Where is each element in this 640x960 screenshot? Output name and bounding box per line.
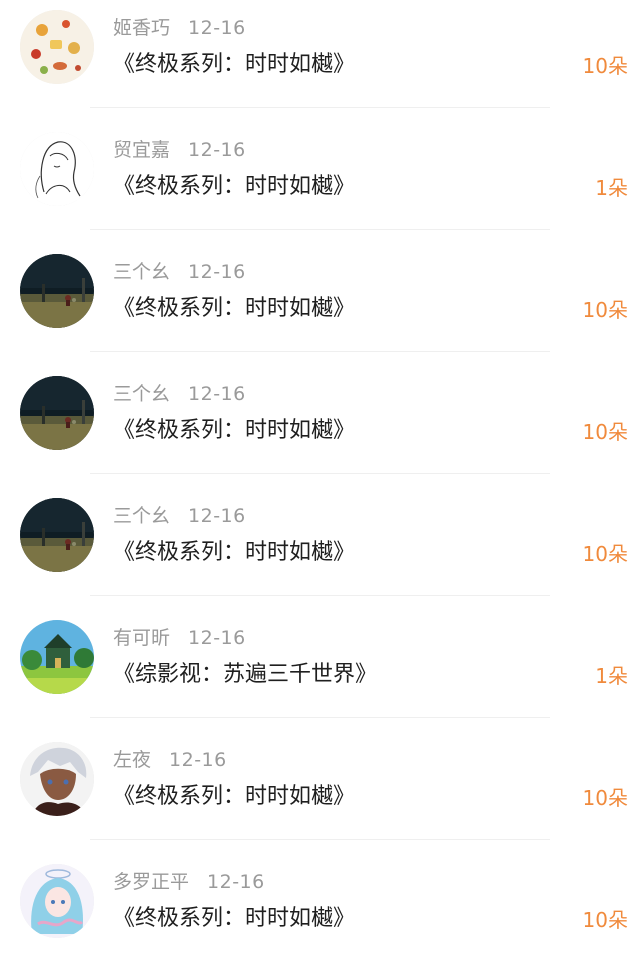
book-title[interactable]: 《终极系列：时时如樾》 — [113, 50, 355, 80]
book-title[interactable]: 《终极系列：时时如樾》 — [113, 172, 355, 202]
username[interactable]: 三个幺 — [113, 383, 170, 405]
book-title[interactable]: 《终极系列：时时如樾》 — [113, 294, 355, 324]
list-item[interactable]: 三个幺 12-16 《终极系列：时时如樾》 10朵 — [0, 352, 640, 474]
item-meta: 多罗正平 12-16 — [113, 870, 265, 894]
username[interactable]: 有可昕 — [113, 627, 170, 649]
date: 12-16 — [188, 17, 246, 39]
list-item[interactable]: 左夜 12-16 《终极系列：时时如樾》 10朵 — [0, 718, 640, 840]
avatar[interactable] — [20, 132, 94, 206]
date: 12-16 — [169, 749, 227, 771]
gift-record-list: 姬香巧 12-16 《终极系列：时时如樾》 10朵 贸宜嘉 12-16 《终极系列：… — [0, 0, 640, 946]
avatar[interactable] — [20, 498, 94, 572]
username[interactable]: 三个幺 — [113, 505, 170, 527]
item-meta: 姬香巧 12-16 — [113, 16, 246, 40]
date: 12-16 — [188, 383, 246, 405]
gift-count: 10朵 — [582, 786, 628, 810]
list-item[interactable]: 有可昕 12-16 《综影视：苏遍三千世界》 1朵 — [0, 596, 640, 718]
date: 12-16 — [188, 627, 246, 649]
list-item[interactable]: 多罗正平 12-16 《终极系列：时时如樾》 10朵 — [0, 840, 640, 960]
book-title[interactable]: 《终极系列：时时如樾》 — [113, 904, 355, 934]
username[interactable]: 三个幺 — [113, 261, 170, 283]
username[interactable]: 贸宜嘉 — [113, 139, 170, 161]
avatar[interactable] — [20, 10, 94, 84]
book-title[interactable]: 《终极系列：时时如樾》 — [113, 782, 355, 812]
item-meta: 三个幺 12-16 — [113, 382, 246, 406]
list-item[interactable]: 贸宜嘉 12-16 《终极系列：时时如樾》 1朵 — [0, 108, 640, 230]
avatar[interactable] — [20, 742, 94, 816]
book-title[interactable]: 《终极系列：时时如樾》 — [113, 538, 355, 568]
avatar[interactable] — [20, 620, 94, 694]
gift-count: 10朵 — [582, 542, 628, 566]
avatar[interactable] — [20, 254, 94, 328]
book-title[interactable]: 《综影视：苏遍三千世界》 — [113, 660, 377, 690]
item-meta: 三个幺 12-16 — [113, 260, 246, 284]
list-item[interactable]: 三个幺 12-16 《终极系列：时时如樾》 10朵 — [0, 474, 640, 596]
username[interactable]: 姬香巧 — [113, 17, 170, 39]
date: 12-16 — [188, 505, 246, 527]
avatar[interactable] — [20, 864, 94, 938]
date: 12-16 — [188, 139, 246, 161]
item-meta: 有可昕 12-16 — [113, 626, 246, 650]
item-meta: 左夜 12-16 — [113, 748, 227, 772]
username[interactable]: 左夜 — [113, 749, 151, 771]
date: 12-16 — [207, 871, 265, 893]
list-item[interactable]: 姬香巧 12-16 《终极系列：时时如樾》 10朵 — [0, 0, 640, 108]
gift-count: 10朵 — [582, 908, 628, 932]
item-meta: 三个幺 12-16 — [113, 504, 246, 528]
gift-count: 10朵 — [582, 420, 628, 444]
item-meta: 贸宜嘉 12-16 — [113, 138, 246, 162]
gift-count: 1朵 — [595, 176, 628, 200]
date: 12-16 — [188, 261, 246, 283]
avatar[interactable] — [20, 376, 94, 450]
username[interactable]: 多罗正平 — [113, 871, 189, 893]
list-item[interactable]: 三个幺 12-16 《终极系列：时时如樾》 10朵 — [0, 230, 640, 352]
gift-count: 1朵 — [595, 664, 628, 688]
gift-count: 10朵 — [582, 298, 628, 322]
gift-count: 10朵 — [582, 54, 628, 78]
book-title[interactable]: 《终极系列：时时如樾》 — [113, 416, 355, 446]
